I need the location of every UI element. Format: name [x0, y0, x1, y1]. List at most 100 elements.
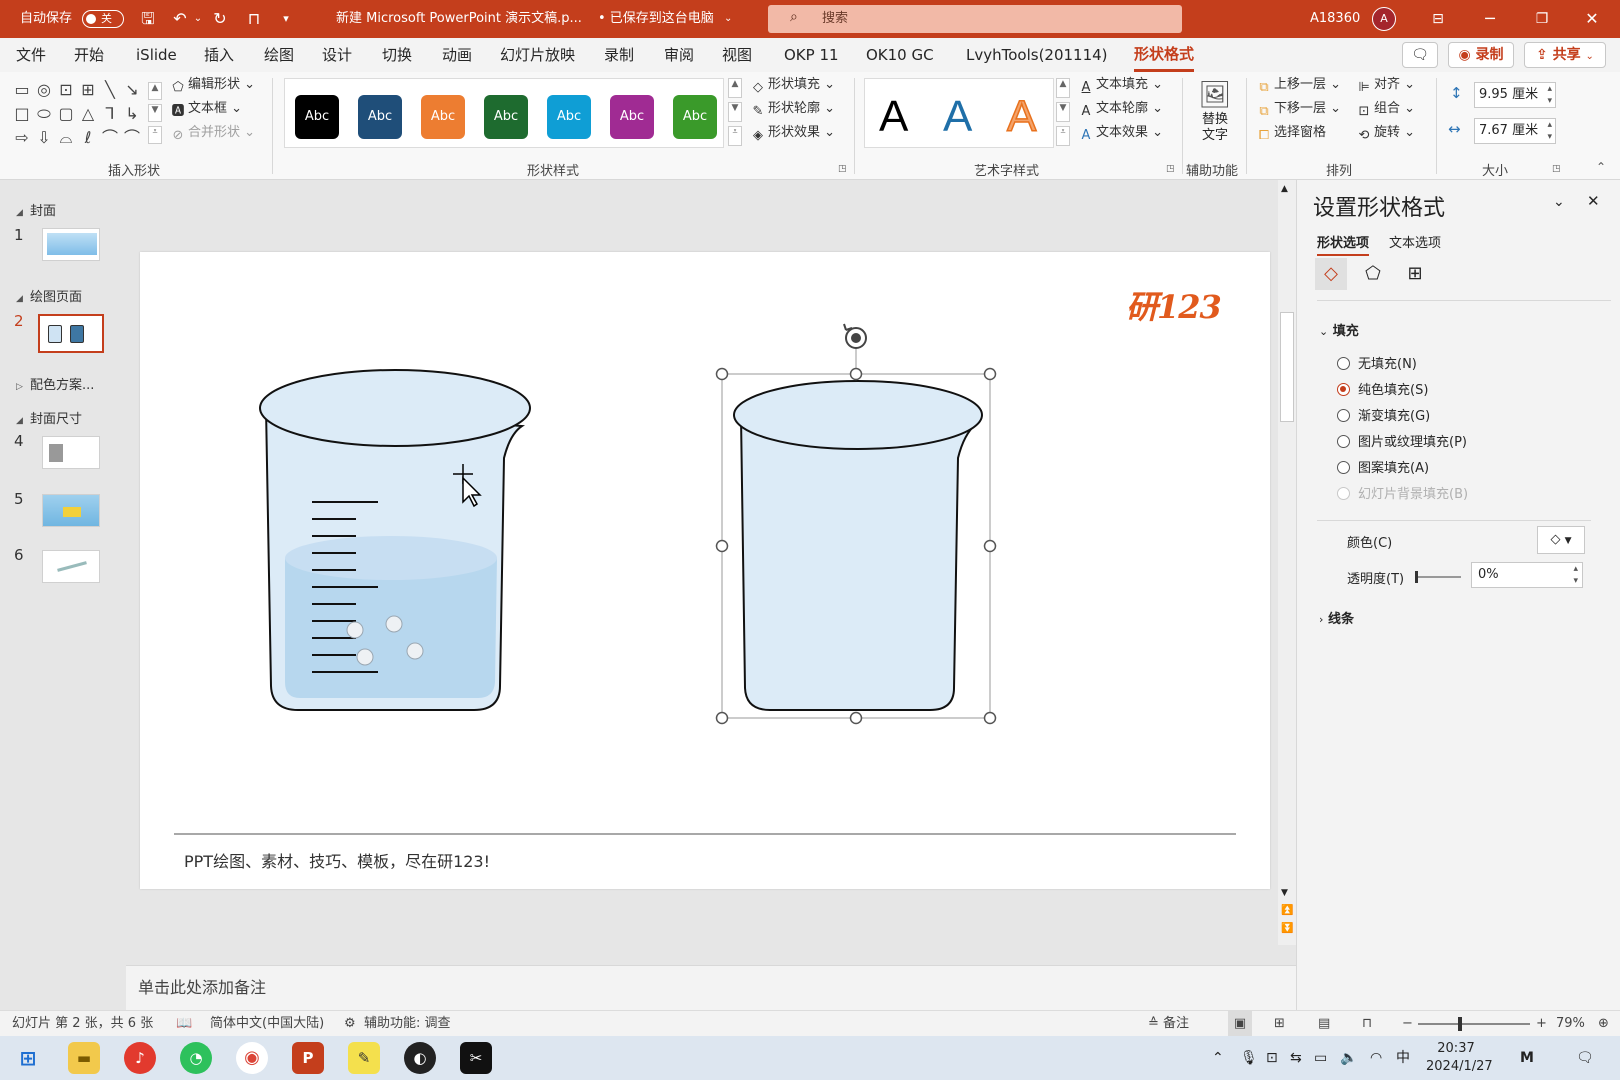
- text-effects-button[interactable]: A 文本效果 ⌄: [1078, 122, 1164, 144]
- right-arrow-shape-icon[interactable]: ⇨: [12, 128, 32, 148]
- scroll-up-icon[interactable]: ▲: [1281, 184, 1288, 194]
- rounded-rect-shape-icon[interactable]: ▢: [56, 104, 76, 124]
- slide-thumbnail[interactable]: [42, 494, 100, 527]
- microphone-icon[interactable]: 🎙: [1240, 1036, 1258, 1080]
- radio-button[interactable]: [1337, 487, 1350, 500]
- previous-slide-icon[interactable]: ⏫: [1281, 906, 1293, 916]
- tab-animations[interactable]: 动画: [442, 38, 472, 72]
- close-pane-icon[interactable]: ✕: [1587, 192, 1600, 210]
- shape-style-swatch[interactable]: Abc: [358, 95, 402, 139]
- tab-text-options[interactable]: 文本选项: [1389, 232, 1441, 251]
- gallery-down-icon[interactable]: ▼: [728, 102, 742, 122]
- slide-info[interactable]: 幻灯片 第 2 张，共 6 张: [12, 1011, 153, 1037]
- beaker-with-water[interactable]: [259, 369, 531, 711]
- language-indicator[interactable]: 简体中文(中国大陆): [210, 1011, 324, 1037]
- dialog-launcher-icon[interactable]: ◳: [1166, 164, 1175, 174]
- spinner-icon[interactable]: ▴ ▾: [1573, 563, 1578, 587]
- share-button[interactable]: ⇪ 共享 ⌄: [1524, 42, 1606, 68]
- radio-background-fill[interactable]: 幻灯片背景填充(B): [1337, 484, 1468, 506]
- gallery-down-icon[interactable]: ▼: [148, 104, 162, 122]
- save-status[interactable]: • 已保存到这台电脑: [598, 0, 714, 38]
- radio-button[interactable]: [1337, 461, 1350, 474]
- close-icon[interactable]: ✕: [1582, 9, 1602, 29]
- merge-shapes-button[interactable]: ⊘ 合并形状 ⌄: [170, 122, 256, 144]
- align-button[interactable]: ⊫ 对齐 ⌄: [1356, 74, 1415, 96]
- down-arrow-shape-icon[interactable]: ⇩: [34, 128, 54, 148]
- shape-effects-button[interactable]: ◈ 形状效果 ⌄: [750, 122, 835, 144]
- zoom-slider-thumb[interactable]: [1458, 1017, 1462, 1031]
- spellcheck-icon[interactable]: 📖: [176, 1011, 192, 1037]
- bring-forward-button[interactable]: ⧉ 上移一层 ⌄: [1256, 74, 1341, 96]
- shape-outline-button[interactable]: ✎ 形状轮廓 ⌄: [750, 98, 836, 120]
- pane-options-icon[interactable]: ⌄: [1553, 194, 1565, 210]
- slide-sorter-icon[interactable]: ⊞: [1274, 1011, 1285, 1037]
- audio-app-icon[interactable]: ♪: [124, 1042, 156, 1074]
- arc-shape-icon[interactable]: ⌒: [100, 128, 120, 148]
- line-section-header[interactable]: › 线条: [1319, 608, 1354, 627]
- tab-ok10[interactable]: OK10 GC: [866, 38, 934, 72]
- rectangle-shape-icon[interactable]: ▭: [12, 80, 32, 100]
- beaker-selected[interactable]: [733, 380, 983, 711]
- slide-thumbnail[interactable]: [42, 436, 100, 469]
- tab-slideshow[interactable]: 幻灯片放映: [500, 38, 575, 72]
- tab-islide[interactable]: iSlide: [136, 38, 177, 72]
- freeform-shape-icon[interactable]: ⌓: [56, 128, 76, 148]
- chrome-icon[interactable]: ◉: [236, 1042, 268, 1074]
- shape-style-swatch[interactable]: Abc: [421, 95, 465, 139]
- slide-canvas[interactable]: 研123 PPT绘图、素材、技巧、模板，尽在研123!: [140, 252, 1270, 889]
- gallery-more-icon[interactable]: ⩡: [1056, 126, 1070, 146]
- document-title[interactable]: 新建 Microsoft PowerPoint 演示文稿.p...: [336, 0, 582, 38]
- file-explorer-icon[interactable]: ▬: [68, 1042, 100, 1074]
- powerpoint-icon[interactable]: P: [292, 1042, 324, 1074]
- width-field[interactable]: 7.67 厘米 ▴ ▾: [1474, 118, 1556, 144]
- rotation-handle-icon[interactable]: [843, 323, 867, 349]
- line-shape-icon[interactable]: ╲: [100, 80, 120, 100]
- ribbon-display-icon[interactable]: ⊟: [1428, 9, 1448, 29]
- alt-text-button[interactable]: 🖼 替换 文字: [1190, 78, 1240, 154]
- curve-shape-icon[interactable]: ⌒: [122, 128, 142, 148]
- fill-line-icon[interactable]: ◇: [1315, 258, 1347, 290]
- shape-style-swatch[interactable]: Abc: [295, 95, 339, 139]
- user-name[interactable]: A18360: [1310, 0, 1360, 38]
- notification-icon[interactable]: 🗨: [1576, 1036, 1594, 1080]
- gallery-down-icon[interactable]: ▼: [1056, 102, 1070, 122]
- dialog-launcher-icon[interactable]: ◳: [838, 164, 847, 174]
- undo-icon[interactable]: ↶: [170, 9, 190, 29]
- color-picker-button[interactable]: ◇ ▼: [1537, 526, 1585, 554]
- tab-review[interactable]: 审阅: [664, 38, 694, 72]
- obs-icon[interactable]: ◐: [404, 1042, 436, 1074]
- wifi-icon[interactable]: ◠: [1370, 1036, 1382, 1080]
- autosave-toggle[interactable]: 关: [82, 10, 124, 28]
- comments-button[interactable]: 🗨: [1402, 42, 1438, 68]
- radio-solid-fill[interactable]: 纯色填充(S): [1337, 380, 1428, 402]
- tray-settings-icon[interactable]: ⇆: [1290, 1036, 1302, 1080]
- gallery-more-icon[interactable]: ⩡: [148, 126, 162, 144]
- effects-icon[interactable]: ⬠: [1357, 258, 1389, 290]
- elbow-arrow-shape-icon[interactable]: ↳: [122, 104, 142, 124]
- capcut-icon[interactable]: ✂: [460, 1042, 492, 1074]
- tab-design[interactable]: 设计: [322, 38, 352, 72]
- avatar[interactable]: A: [1372, 7, 1396, 31]
- notes-area[interactable]: 单击此处添加备注: [126, 965, 1296, 1010]
- battery-icon[interactable]: ▭: [1314, 1036, 1327, 1080]
- radio-pattern-fill[interactable]: 图案填充(A): [1337, 458, 1429, 480]
- undo-dropdown-icon[interactable]: ⌄: [188, 9, 208, 29]
- section-header[interactable]: ◢ 绘图页面: [16, 286, 82, 305]
- shape-style-swatch[interactable]: Abc: [484, 95, 528, 139]
- radio-picture-fill[interactable]: 图片或纹理填充(P): [1337, 432, 1467, 454]
- radio-button[interactable]: [1337, 357, 1350, 370]
- tab-lvyhtools[interactable]: LvyhTools(201114): [966, 38, 1108, 72]
- record-button[interactable]: ◉ 录制: [1448, 42, 1514, 68]
- elbow-connector-shape-icon[interactable]: ⅂: [100, 104, 120, 124]
- show-hidden-icons-icon[interactable]: ⌃: [1212, 1036, 1224, 1080]
- zoom-out-icon[interactable]: −: [1402, 1011, 1413, 1037]
- shape-style-swatch[interactable]: Abc: [547, 95, 591, 139]
- tab-record[interactable]: 录制: [604, 38, 634, 72]
- transparency-input[interactable]: 0% ▴ ▾: [1471, 562, 1583, 588]
- circle-shape-icon[interactable]: ◎: [34, 80, 54, 100]
- scribble-shape-icon[interactable]: ℓ: [78, 128, 98, 148]
- tab-draw[interactable]: 绘图: [264, 38, 294, 72]
- textbox-shape-icon[interactable]: ⊡: [56, 80, 76, 100]
- wordart-black-sample[interactable]: A: [879, 89, 908, 145]
- radio-button[interactable]: [1337, 435, 1350, 448]
